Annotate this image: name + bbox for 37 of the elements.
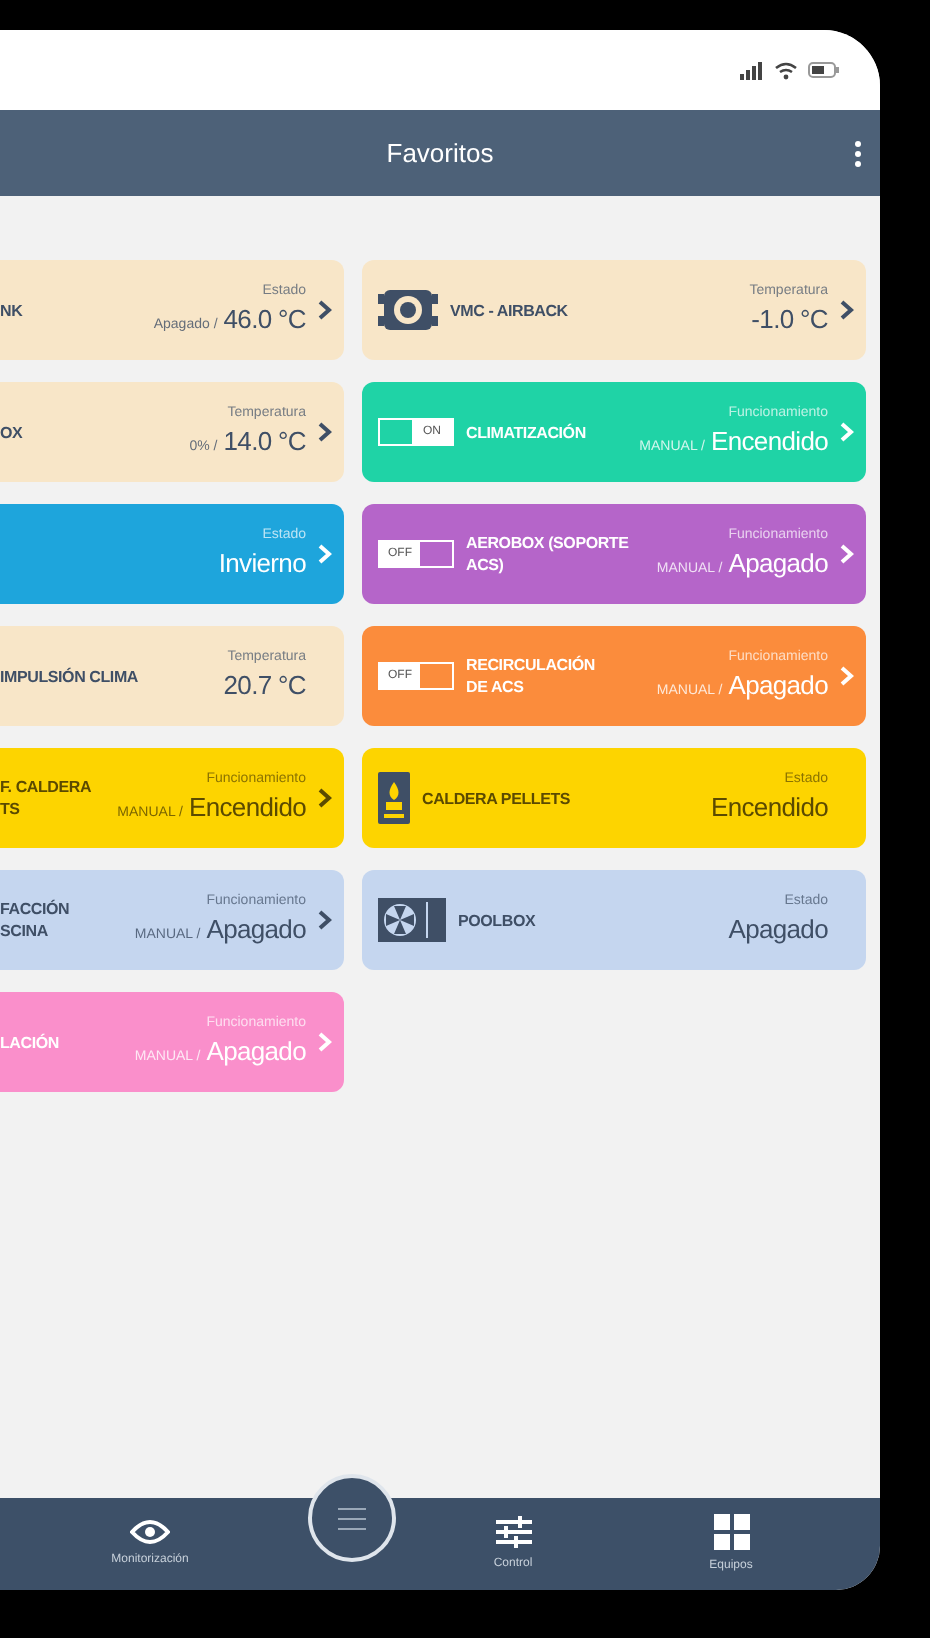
vent-unit-icon xyxy=(378,286,438,334)
value-text: Encendido xyxy=(188,790,306,826)
value-text: Apagado xyxy=(728,912,828,948)
device-name: CLIMATIZACIÓN xyxy=(466,421,586,443)
value-text: Apagado xyxy=(206,1034,306,1070)
value-text: Apagado xyxy=(206,912,306,948)
battery-icon xyxy=(808,62,840,78)
fan-icon xyxy=(378,898,446,942)
wifi-icon xyxy=(774,61,798,79)
device-name: OX xyxy=(0,421,23,443)
device-name: VMC - AIRBACK xyxy=(450,299,568,321)
boiler-icon xyxy=(378,772,410,824)
value-text: -1.0 °C xyxy=(751,302,828,338)
device-name: F. CALDERA TS xyxy=(0,776,92,820)
device-name: NK xyxy=(0,299,23,321)
device-name: AEROBOX (SOPORTE ACS) xyxy=(466,532,629,576)
sliders-icon xyxy=(495,1515,531,1547)
device-name: IMPULSIÓN CLIMA xyxy=(0,665,138,687)
device-name: FACCIÓN SCINA xyxy=(0,898,70,942)
grid-icon xyxy=(713,1513,749,1549)
device-name: CALDERA PELLETS xyxy=(422,787,571,809)
value-text: Apagado xyxy=(728,668,828,704)
value-text: 46.0 °C xyxy=(223,302,306,338)
device-name: LACIÓN xyxy=(0,1031,59,1053)
more-options-icon[interactable] xyxy=(854,140,862,168)
value-text: Apagado xyxy=(728,546,828,582)
value-text: 14.0 °C xyxy=(223,424,306,460)
menu-button[interactable] xyxy=(308,1474,396,1562)
device-name: POOLBOX xyxy=(458,909,536,931)
value-text: Encendido xyxy=(710,424,828,460)
value-text: 20.7 °C xyxy=(223,668,306,704)
value-text: Encendido xyxy=(710,790,828,826)
header-title: Favoritos xyxy=(386,135,494,172)
eye-icon xyxy=(130,1519,170,1543)
value-text: Invierno xyxy=(218,546,306,582)
signal-icon xyxy=(740,61,764,79)
device-name: RECIRCULACIÓN DE ACS xyxy=(466,654,596,698)
